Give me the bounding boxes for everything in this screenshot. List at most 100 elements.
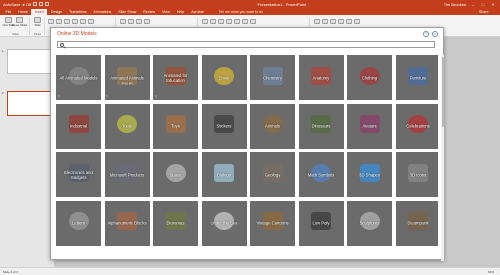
action-icon[interactable]	[218, 19, 224, 24]
ribbon-tabs: File Home Insert Design Transitions Anim…	[0, 8, 500, 15]
symbol-icon[interactable]	[322, 19, 328, 24]
audio-icon[interactable]	[338, 19, 344, 24]
category-tile[interactable]: Letters	[56, 200, 101, 246]
vertical-scrollbar[interactable]	[441, 55, 444, 261]
category-tile[interactable]: Animated for Education ▷	[153, 55, 198, 100]
category-tile[interactable]: Space	[153, 152, 198, 197]
category-tile[interactable]: Clothing	[347, 55, 392, 100]
category-label: Avatars	[362, 123, 377, 129]
category-tile[interactable]: Avatars	[347, 103, 392, 149]
category-tile[interactable]: Emoji	[201, 55, 247, 100]
slide-number: 2	[2, 91, 4, 95]
new-slide-icon	[5, 17, 12, 23]
shapes-icon[interactable]	[72, 19, 78, 24]
header-footer-icon[interactable]	[242, 19, 248, 24]
category-tile[interactable]: Electronics and Gadgets	[56, 152, 101, 197]
save-icon[interactable]	[33, 2, 38, 6]
autosave-label: AutoSave	[3, 1, 21, 7]
category-label: All Animated Models	[59, 75, 98, 80]
category-tile[interactable]: Geology	[250, 152, 295, 197]
category-tile[interactable]: Dinosaurs	[298, 103, 344, 149]
close-button[interactable]: ✕	[490, 2, 496, 7]
category-tile[interactable]: Industrial	[56, 103, 101, 149]
zoom-icon[interactable]	[202, 19, 208, 24]
undo-icon[interactable]	[39, 2, 44, 6]
icons-icon[interactable]	[80, 19, 86, 24]
category-tile[interactable]: 3D Icons	[395, 152, 438, 197]
equation-icon[interactable]	[314, 19, 320, 24]
category-tile[interactable]: 3D Shapes	[347, 152, 392, 197]
category-tile[interactable]: Stickers	[201, 103, 247, 149]
table-button[interactable]: Table	[33, 17, 42, 27]
category-tile[interactable]: Animated Animals Free All ▷	[104, 55, 150, 100]
zoom-level[interactable]: 64%	[488, 270, 494, 274]
slides-group: New Slide Reuse Slides Slides	[2, 17, 30, 36]
category-tile[interactable]: All Animated Models ▷	[56, 55, 101, 100]
slide-thumbnail-2[interactable]	[7, 91, 51, 116]
category-label: Furniture	[409, 75, 427, 80]
maximize-button[interactable]: □	[480, 2, 486, 7]
online-3d-models-dialog: Online 3D Models ? × All Animated Models…	[50, 27, 444, 261]
chart-icon[interactable]	[128, 19, 134, 24]
category-tile[interactable]: Steampunk	[395, 200, 438, 246]
status-bar: Slide 2 of 2 64%	[0, 267, 500, 275]
category-label: Biology	[217, 172, 231, 177]
category-tile[interactable]: Sculptures	[347, 200, 392, 246]
close-icon[interactable]: ×	[432, 31, 438, 37]
category-tile[interactable]: Biology	[201, 152, 247, 197]
scrollbar-thumb[interactable]	[441, 57, 444, 127]
3d-models-icon[interactable]	[88, 19, 94, 24]
category-tile[interactable]: Animals	[250, 103, 295, 149]
category-label: Animated Animals	[110, 75, 144, 80]
category-tile[interactable]: Under the Sea	[201, 200, 247, 246]
category-tile[interactable]: Math Symbols	[298, 152, 344, 197]
category-tile[interactable]: Microsoft Products	[104, 152, 150, 197]
category-tile[interactable]: Celebrations	[395, 103, 438, 149]
category-label: Sculptures	[359, 220, 380, 226]
category-label: Space	[169, 172, 182, 177]
pictures-icon[interactable]	[48, 19, 54, 24]
category-tile[interactable]: Alphanumeric Blocks	[104, 200, 150, 246]
animated-badge-icon: ▷	[155, 94, 158, 98]
help-icon[interactable]: ?	[423, 31, 429, 37]
text-box-icon[interactable]	[234, 19, 240, 24]
category-tile[interactable]: Tools	[104, 103, 150, 149]
wordart-icon[interactable]	[250, 19, 256, 24]
user-name[interactable]: Tim Brookes	[444, 2, 466, 7]
reuse-slides-button[interactable]: Reuse Slides	[12, 17, 27, 27]
video-icon[interactable]	[330, 19, 336, 24]
link-icon[interactable]	[210, 19, 216, 24]
screen-recording-icon[interactable]	[346, 19, 352, 24]
category-tile[interactable]: Anatomy	[298, 55, 344, 100]
my-addins-icon[interactable]	[144, 19, 150, 24]
store-icon[interactable]	[136, 19, 142, 24]
comment-icon[interactable]	[226, 19, 232, 24]
category-tile[interactable]: Vintage Cartoons	[250, 200, 295, 246]
screenshot-icon[interactable]	[56, 19, 62, 24]
category-tile[interactable]: Low Poly	[298, 200, 344, 246]
category-label: Toys	[171, 123, 180, 129]
autosave-toggle[interactable]: ● Off	[22, 2, 31, 7]
category-label: Microsoft Products	[109, 172, 145, 177]
embed-flash-icon[interactable]	[354, 19, 360, 24]
category-label: Animated for Education	[163, 72, 188, 83]
category-tile[interactable]: Furniture	[395, 55, 438, 100]
category-tile[interactable]: Dioramas	[153, 200, 198, 246]
search-input[interactable]	[57, 41, 435, 48]
animated-badge-icon: ▷	[106, 94, 109, 98]
category-tile[interactable]: Chemistry	[250, 55, 295, 100]
photo-album-icon[interactable]	[64, 19, 70, 24]
tables-group: Table Tables	[31, 17, 45, 36]
category-grid: All Animated Models ▷ Animated Animals Free…	[56, 55, 438, 261]
smartart-icon[interactable]	[120, 19, 126, 24]
redo-icon[interactable]	[45, 2, 50, 6]
category-tile[interactable]: Toys	[153, 103, 198, 149]
tables-group-label: Tables	[33, 33, 42, 36]
category-label: Chemistry	[263, 75, 282, 80]
slide-thumbnail-1[interactable]	[7, 49, 51, 74]
category-label: Vintage Cartoons	[256, 220, 289, 226]
minimize-button[interactable]: –	[470, 2, 476, 7]
category-sublabel: Free All	[121, 81, 133, 86]
category-label: Clothing	[361, 75, 378, 80]
category-label: Under the Sea	[210, 220, 238, 226]
